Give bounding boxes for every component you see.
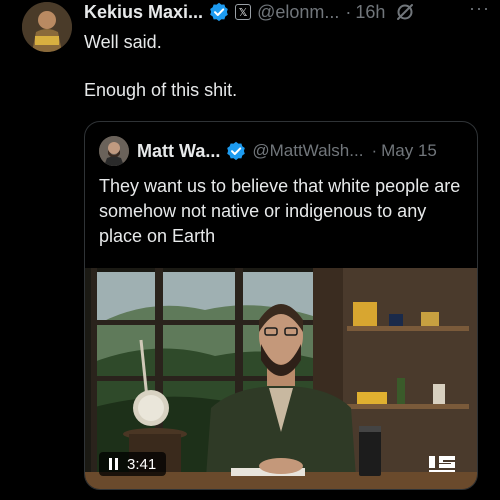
post-text: Well said. Enough of this shit.	[84, 32, 238, 100]
quoted-post-card[interactable]: Matt Wa... @MattWalsh... · May 15 They w…	[84, 121, 478, 490]
video-duration[interactable]: 3:41	[99, 452, 167, 476]
quoted-author-handle[interactable]: @MattWalsh...	[252, 141, 363, 161]
quoted-post-header: Matt Wa... @MattWalsh... · May 15	[99, 136, 467, 166]
video-player[interactable]: 3:41	[85, 268, 477, 489]
video-duration-label: 3:41	[127, 455, 157, 473]
grok-icon[interactable]	[395, 2, 415, 22]
author-handle[interactable]: @elonm...	[257, 2, 339, 23]
more-icon[interactable]: ···	[469, 0, 490, 19]
author-name[interactable]: Kekius Maxi...	[84, 2, 203, 23]
verified-badge-icon[interactable]	[209, 2, 229, 22]
avatar-image	[22, 2, 72, 52]
author-avatar[interactable]	[22, 2, 72, 52]
quoted-post-text: They want us to believe that white peopl…	[99, 176, 461, 246]
quoted-separator-dot: ·	[371, 141, 378, 160]
separator-dot: ·	[345, 1, 352, 22]
pause-icon[interactable]	[109, 458, 119, 470]
quoted-author-avatar[interactable]	[99, 136, 129, 166]
x-affiliate-badge-icon[interactable]: 𝕏	[235, 4, 252, 20]
daily-wire-logo	[429, 454, 465, 474]
post-time[interactable]: 16h	[355, 2, 385, 23]
post-header: Kekius Maxi... 𝕏 @elonm... · 16h	[84, 0, 490, 24]
quoted-author-name[interactable]: Matt Wa...	[137, 141, 220, 162]
quoted-post-date[interactable]: May 15	[381, 141, 437, 161]
quoted-verified-badge-icon	[226, 141, 246, 161]
